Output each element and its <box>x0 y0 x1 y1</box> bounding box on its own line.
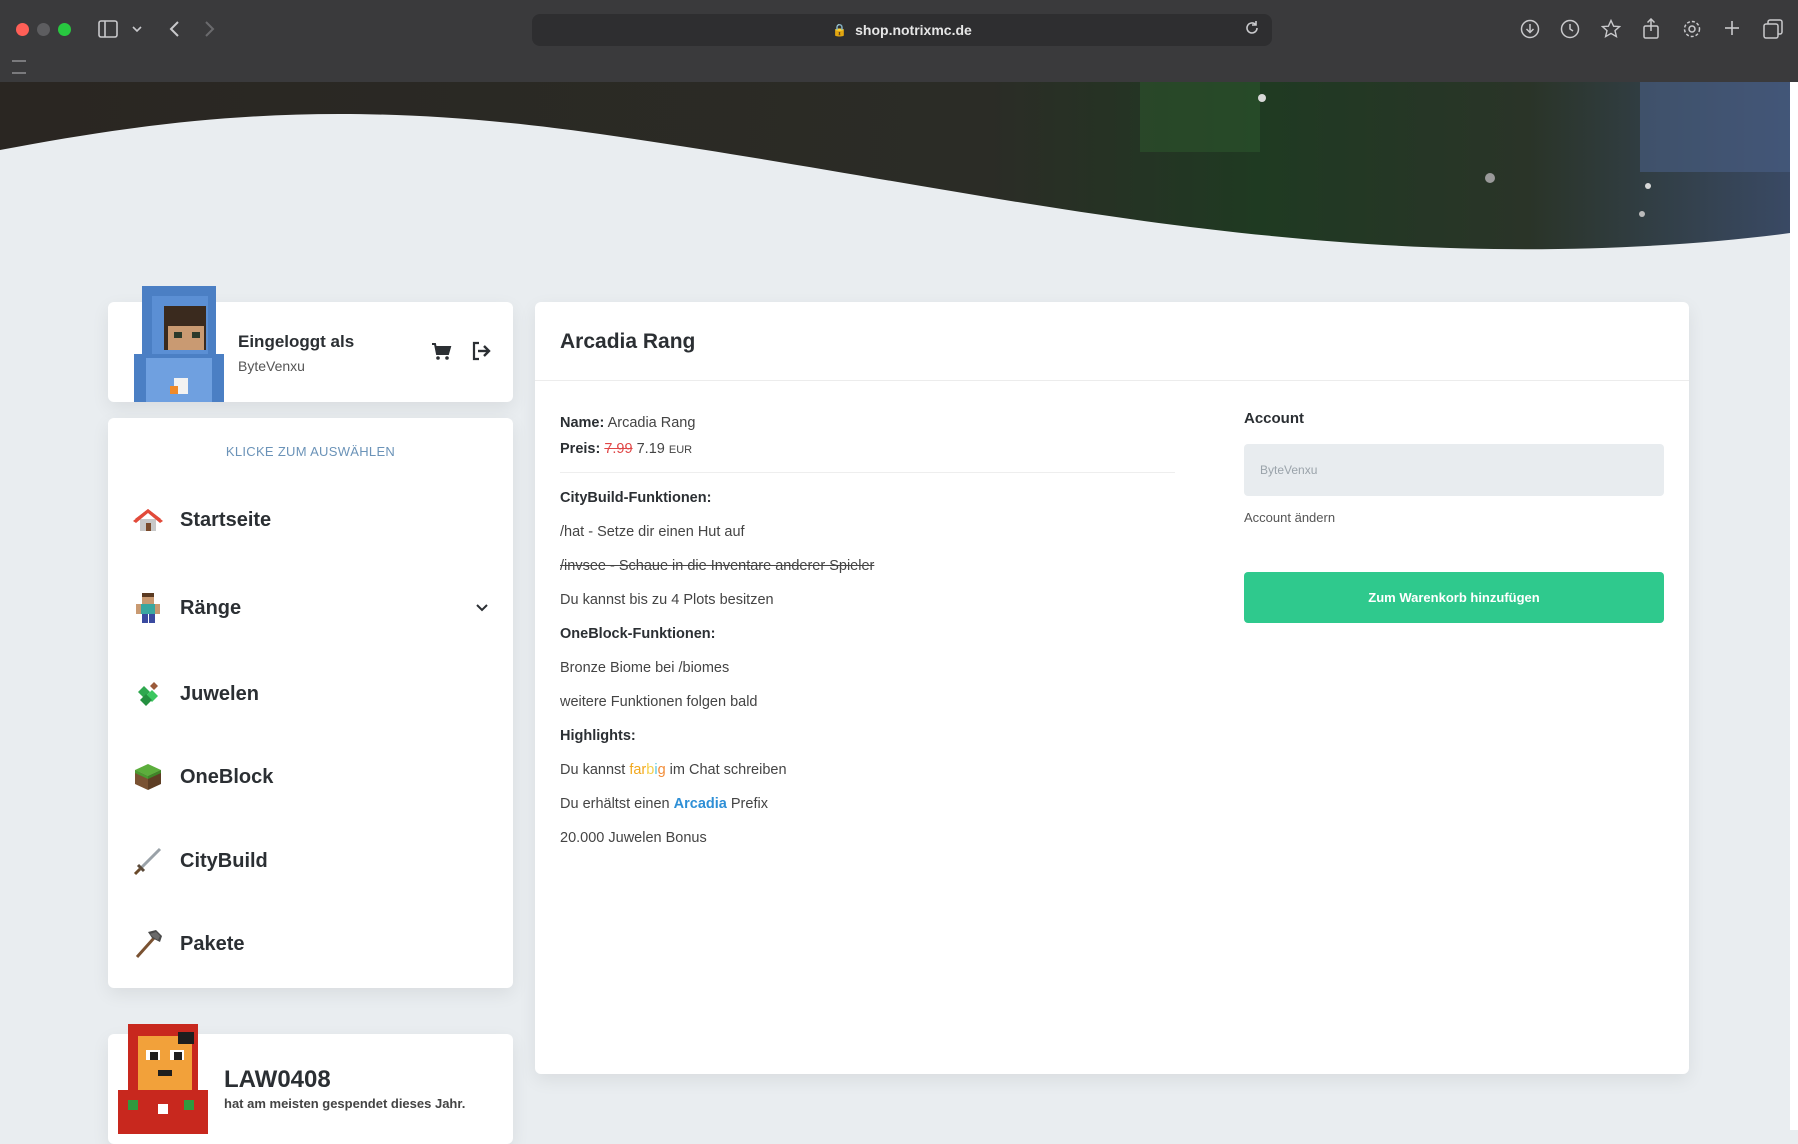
chevron-down-icon[interactable] <box>132 25 142 33</box>
top-donor-card: LAW0408 hat am meisten gespendet dieses … <box>108 1024 513 1144</box>
nav-hint: KLICKE ZUM AUSWÄHLEN <box>225 444 396 459</box>
feature-heading-oneblock: OneBlock-Funktionen: <box>560 626 716 642</box>
feature-heading-citybuild: CityBuild-Funktionen: <box>560 490 712 506</box>
axe-icon <box>135 930 162 959</box>
user-card: Eingeloggt als ByteVenxu <box>108 286 513 402</box>
product-info: Name: Arcadia Rang Preis: 7.99 7.19 EUR … <box>560 410 1175 855</box>
reading-list-icon[interactable] <box>12 60 26 74</box>
feature-item: weitere Funktionen folgen bald <box>560 694 758 710</box>
star-icon[interactable] <box>1601 19 1621 39</box>
price-currency: EUR <box>668 444 693 456</box>
forward-icon[interactable] <box>204 20 216 38</box>
prefix-text-pre: Du erhältst einen <box>560 796 670 812</box>
prefix-name: Arcadia <box>673 796 727 812</box>
nav-item-juwelen[interactable]: Juwelen <box>132 668 492 720</box>
user-avatar <box>134 286 224 402</box>
feature-item: 20.000 Juwelen Bonus <box>560 830 707 846</box>
nav-item-pakete[interactable]: Pakete <box>132 918 492 970</box>
feature-item: /hat - Setze dir einen Hut auf <box>560 524 745 540</box>
lock-icon: 🔒 <box>832 23 848 37</box>
feature-item: Du kannst bis zu 4 Plots besitzen <box>560 592 774 608</box>
chat-text-pre: Du kannst <box>560 762 626 778</box>
category-nav: KLICKE ZUM AUSWÄHLEN Startseite Ränge Ju… <box>108 418 513 988</box>
product-name-row: Name: Arcadia Rang <box>560 410 1175 436</box>
nav-item-oneblock[interactable]: OneBlock <box>132 751 492 803</box>
name-value: Arcadia Rang <box>607 415 696 431</box>
close-window-button[interactable] <box>16 23 29 36</box>
nav-label-raenge: Ränge <box>180 596 242 619</box>
sidebar-icon[interactable] <box>98 20 118 38</box>
chevron-down-icon[interactable] <box>472 597 492 617</box>
nav-label-startseite: Startseite <box>180 508 272 531</box>
back-icon[interactable] <box>168 20 180 38</box>
settings-icon[interactable] <box>1682 19 1702 39</box>
feature-item-prefix: Du erhältst einen Arcadia Prefix <box>560 787 1175 821</box>
feature-item: Bronze Biome bei /biomes <box>560 660 730 676</box>
browser-toolbar: 🔒 shop.notrixmc.de <box>0 0 1798 83</box>
history-icon[interactable] <box>1560 19 1580 39</box>
nav-item-citybuild[interactable]: CityBuild <box>132 835 492 887</box>
feature-item-removed: /invsee - Schaue in die Inventare andere… <box>560 558 875 574</box>
url-text: shop.notrixmc.de <box>855 22 972 38</box>
gems-icon <box>138 682 158 706</box>
chat-text-post: im Chat schreiben <box>669 762 787 778</box>
price-old: 7.99 <box>604 441 633 457</box>
cart-icon[interactable] <box>430 340 452 362</box>
reload-icon[interactable] <box>1244 20 1260 36</box>
maximize-window-button[interactable] <box>58 23 71 36</box>
feature-heading-highlights: Highlights: <box>560 728 636 744</box>
product-card: Arcadia Rang Name: Arcadia Rang Preis: 7… <box>535 302 1689 1074</box>
add-to-cart-button[interactable]: Zum Warenkorb hinzufügen <box>1244 572 1664 623</box>
sword-icon <box>133 847 162 876</box>
donor-avatar <box>118 1024 208 1134</box>
feature-item-colored-chat: Du kannst farbig im Chat schreiben <box>560 753 1175 787</box>
change-account-link[interactable]: Account ändern <box>1244 510 1335 525</box>
download-icon[interactable] <box>1520 19 1540 39</box>
minimize-window-button[interactable] <box>37 23 50 36</box>
character-icon <box>136 593 160 623</box>
price-row: Preis: 7.99 7.19 EUR <box>560 436 1175 462</box>
account-label: Account <box>1244 410 1304 427</box>
grass-block-icon <box>135 764 161 790</box>
product-title: Arcadia Rang <box>560 330 696 353</box>
divider <box>560 472 1175 473</box>
share-icon[interactable] <box>1642 18 1660 39</box>
tabs-overview-icon[interactable] <box>1763 19 1783 39</box>
account-input[interactable] <box>1244 444 1664 496</box>
logout-icon[interactable] <box>470 340 492 362</box>
farbig-word: farbig <box>629 762 666 778</box>
nav-label-citybuild: CityBuild <box>180 849 268 872</box>
donor-name: LAW0408 <box>224 1066 331 1093</box>
donor-caption: hat am meisten gespendet dieses Jahr. <box>224 1096 466 1111</box>
logged-in-label: Eingeloggt als <box>238 332 355 351</box>
house-icon <box>133 509 163 531</box>
nav-item-startseite[interactable]: Startseite <box>132 494 492 546</box>
new-tab-icon[interactable] <box>1724 20 1740 36</box>
address-bar[interactable]: 🔒 shop.notrixmc.de <box>532 14 1272 46</box>
nav-label-pakete: Pakete <box>180 932 245 955</box>
username: ByteVenxu <box>238 358 305 374</box>
nav-label-oneblock: OneBlock <box>180 765 274 788</box>
hero-banner <box>0 82 1798 262</box>
divider <box>535 380 1689 381</box>
scrollbar-track[interactable] <box>1790 82 1798 1130</box>
prefix-text-post: Prefix <box>730 796 768 812</box>
name-label: Name: <box>560 415 605 431</box>
price-label: Preis: <box>560 441 601 457</box>
nav-label-juwelen: Juwelen <box>180 682 259 705</box>
price-new: 7.19 <box>636 441 665 457</box>
nav-item-raenge[interactable]: Ränge <box>132 582 492 634</box>
